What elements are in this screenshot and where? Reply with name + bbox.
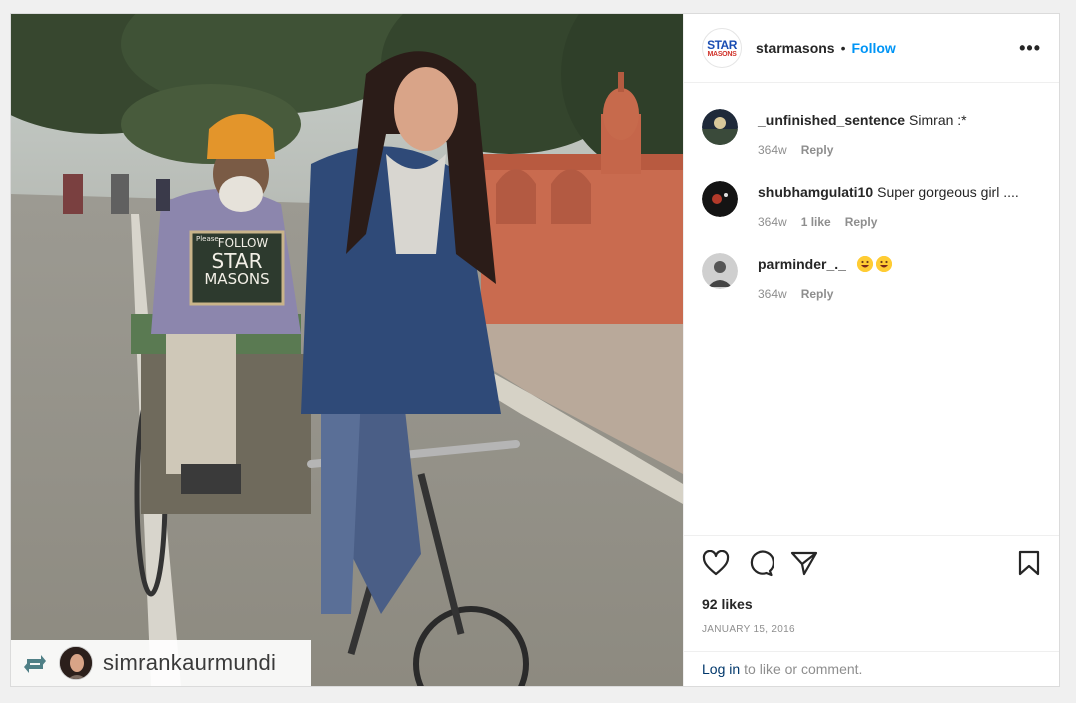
login-link[interactable]: Log in [702, 661, 740, 677]
reply-button[interactable]: Reply [845, 215, 878, 229]
avatar-logo-line1: STAR [707, 37, 737, 52]
sign-text-line2: STAR [211, 249, 263, 273]
comment-item: parminder_._ 364w Reply [702, 253, 1041, 301]
repost-icon [21, 649, 49, 677]
comment-time: 364w [758, 287, 787, 301]
comment-item: _unfinished_sentence Simran :* 364w Reply [702, 109, 1041, 157]
follow-button[interactable]: Follow [852, 40, 896, 56]
separator-dot: • [840, 40, 846, 56]
share-icon[interactable] [790, 550, 818, 581]
comment-likes[interactable]: 1 like [801, 215, 831, 229]
post-photo[interactable]: Please FOLLOW STAR MASONS simrankaurmund… [11, 14, 683, 686]
commenter-avatar[interactable] [702, 181, 738, 217]
repost-username: simrankaurmundi [103, 650, 277, 675]
actions-section: 92 likes JANUARY 15, 2016 [684, 535, 1059, 651]
author-avatar[interactable]: STAR MASONS [702, 28, 742, 68]
sign-board: Please FOLLOW STAR MASONS [193, 234, 281, 302]
action-bar [702, 536, 1041, 594]
instagram-post: Please FOLLOW STAR MASONS simrankaurmund… [10, 13, 1060, 687]
comment-item: shubhamgulati10 Super gorgeous girl .... … [702, 181, 1041, 229]
reply-button[interactable]: Reply [801, 143, 834, 157]
comment-time: 364w [758, 143, 787, 157]
repost-avatar [59, 646, 93, 680]
heart-icon[interactable] [702, 549, 730, 581]
bookmark-icon[interactable] [1017, 550, 1041, 581]
repost-banner: simrankaurmundi [11, 640, 311, 686]
comment-username[interactable]: _unfinished_sentence [758, 112, 905, 128]
post-date: JANUARY 15, 2016 [702, 624, 795, 635]
comment-text: Simran :* [909, 112, 967, 128]
avatar-logo-line2: MASONS [707, 50, 737, 58]
reply-button[interactable]: Reply [801, 287, 834, 301]
comments-list: _unfinished_sentence Simran :* 364w Reply [684, 83, 1059, 535]
post-side-panel: STAR MASONS starmasons • Follow ••• _unf… [683, 14, 1059, 686]
post-header: STAR MASONS starmasons • Follow ••• [684, 14, 1059, 83]
grinning-face-icon [856, 256, 873, 272]
comment-time: 364w [758, 215, 787, 229]
comment-text: Super gorgeous girl .... [877, 184, 1019, 200]
author-username[interactable]: starmasons [756, 40, 835, 56]
login-prompt-text: to like or comment. [744, 661, 863, 677]
comment-username[interactable]: shubhamgulati10 [758, 184, 873, 200]
commenter-avatar[interactable] [702, 109, 738, 145]
comment-username[interactable]: parminder_._ [758, 256, 846, 272]
grinning-face-icon [875, 256, 892, 272]
comment-icon[interactable] [746, 549, 775, 582]
commenter-avatar[interactable] [702, 253, 738, 289]
more-options-icon[interactable]: ••• [1019, 38, 1041, 59]
likes-count[interactable]: 92 likes [702, 596, 1041, 612]
login-prompt: Log in to like or comment. [684, 651, 1059, 686]
sign-text-line3: MASONS [204, 270, 270, 288]
photo-scene [11, 14, 683, 686]
